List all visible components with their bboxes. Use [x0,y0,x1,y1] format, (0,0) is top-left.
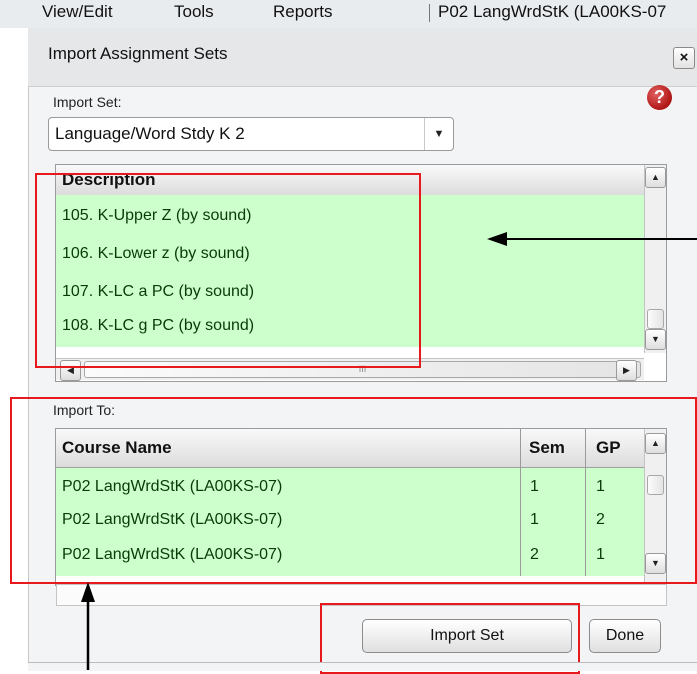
annotation-arrows [81,232,697,670]
arrow-icon [487,232,697,246]
arrow-icon [81,582,95,670]
